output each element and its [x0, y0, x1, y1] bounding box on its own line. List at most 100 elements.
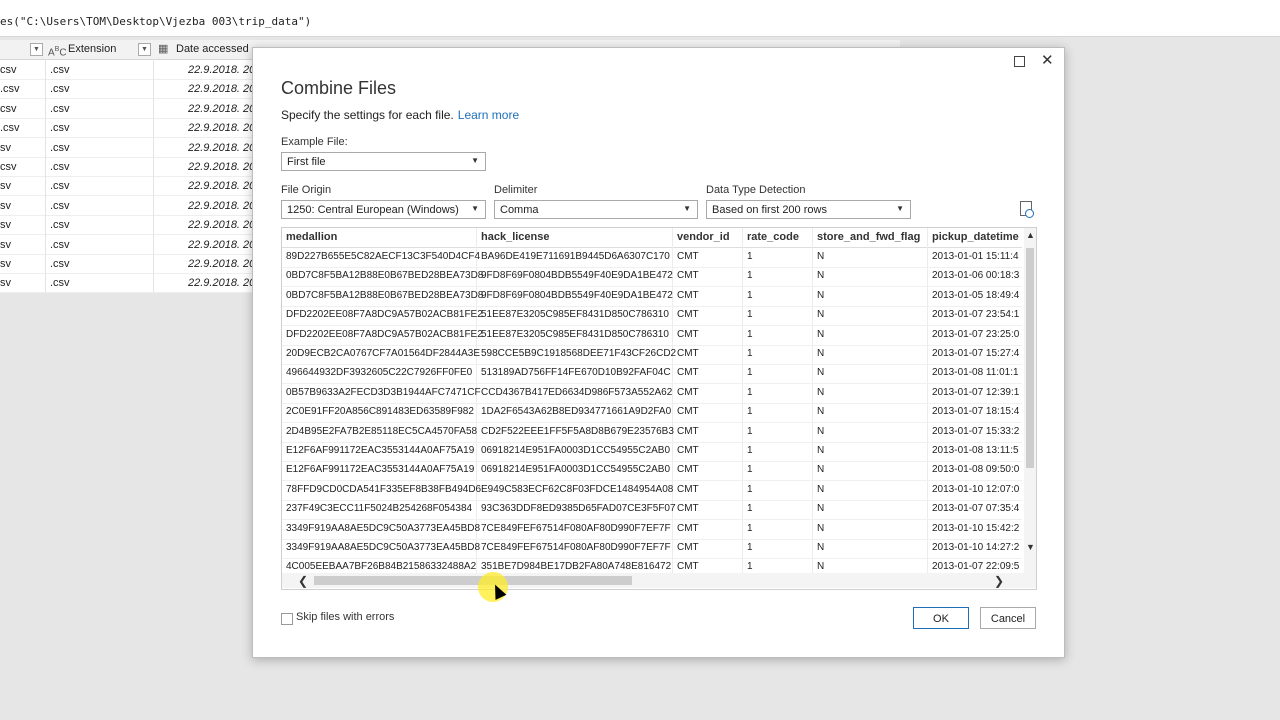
- table-type-icon: ▦: [158, 43, 169, 55]
- maximize-icon[interactable]: [1014, 56, 1025, 67]
- data-type-detection-select[interactable]: Based on first 200 rows ▼: [706, 200, 911, 219]
- chevron-down-icon: ▼: [471, 156, 479, 165]
- table-row[interactable]: 4C005EEBAA7BF26B84B21586332488A2 351BE7D9…: [282, 558, 1022, 573]
- horizontal-scroll-thumb[interactable]: [314, 576, 632, 585]
- cancel-button[interactable]: Cancel: [980, 607, 1036, 629]
- table-cell: 22.9.2018. 20: [188, 122, 256, 135]
- table-row[interactable]: sv .csv 22.9.2018. 20: [0, 254, 255, 274]
- column-header-date-accessed[interactable]: Date accessed: [176, 40, 249, 59]
- combine-files-dialog: Combine Files ✕ Specify the settings for…: [252, 47, 1065, 658]
- table-row[interactable]: .csv .csv 22.9.2018. 20: [0, 79, 255, 100]
- table-cell: 2013-01-08 13:11:5: [932, 445, 1019, 456]
- file-origin-label: File Origin: [281, 184, 332, 196]
- table-row[interactable]: 2D4B95E2FA7B2E85118EC5CA4570FA58 CD2F522E…: [282, 423, 1022, 443]
- table-row[interactable]: DFD2202EE08F7A8DC9A57B02ACB81FE2 51EE87E3…: [282, 326, 1022, 346]
- example-file-label: Example File:: [281, 136, 348, 148]
- table-cell: 2013-01-10 15:42:2: [932, 522, 1020, 534]
- column-header-pickup-datetime: pickup_datetime: [932, 231, 1019, 243]
- table-cell: .csv: [50, 258, 70, 270]
- table-cell: 513189AD756FF14FE670D10B92FAF04C: [481, 367, 671, 379]
- ok-button[interactable]: OK: [913, 607, 969, 629]
- table-cell: .csv: [50, 219, 70, 232]
- table-cell: CMT: [677, 289, 699, 301]
- column-header-rate-code: rate_code: [747, 231, 799, 243]
- table-row[interactable]: sv .csv 22.9.2018. 20: [0, 196, 255, 216]
- table-cell: 0BD7C8F5BA12B88E0B67BED28BEA73D8: [286, 270, 484, 282]
- horizontal-scrollbar[interactable]: ❮ ❯: [282, 573, 1036, 588]
- table-cell: N: [817, 367, 825, 379]
- table-cell: N: [817, 464, 825, 476]
- filter-dropdown-icon[interactable]: ▼: [30, 43, 43, 56]
- table-row[interactable]: csv .csv 22.9.2018. 20: [0, 99, 255, 119]
- table-cell: csv: [0, 64, 17, 76]
- subtitle-text: Specify the settings for each file.: [281, 108, 454, 122]
- table-cell: N: [817, 251, 825, 262]
- learn-more-link[interactable]: Learn more: [458, 108, 519, 122]
- formula-bar[interactable]: es("C:\Users\TOM\Desktop\Vjezba 003\trip…: [0, 0, 1280, 37]
- table-cell: .csv: [50, 180, 70, 193]
- skip-files-checkbox[interactable]: [281, 613, 293, 625]
- column-header-vendor-id: vendor_id: [677, 231, 730, 243]
- column-header-extension[interactable]: Extension: [68, 40, 116, 59]
- table-row[interactable]: DFD2202EE08F7A8DC9A57B02ACB81FE2 51EE87E3…: [282, 306, 1022, 327]
- table-row[interactable]: .csv .csv 22.9.2018. 20: [0, 118, 256, 139]
- close-icon[interactable]: ✕: [1041, 51, 1054, 69]
- scroll-left-icon[interactable]: ❮: [298, 574, 308, 588]
- vertical-scrollbar[interactable]: ▲ ▼: [1024, 228, 1036, 573]
- table-cell: N: [817, 309, 825, 321]
- table-row[interactable]: 0B57B9633A2FECD3D3B1944AFC7471CF CCD4367B…: [282, 384, 1022, 404]
- table-row[interactable]: 20D9ECB2CA0767CF7A01564DF2844A3E 598CCE5B…: [282, 345, 1022, 365]
- example-file-select[interactable]: First file ▼: [281, 152, 486, 171]
- table-cell: sv: [0, 238, 11, 251]
- table-cell: N: [817, 348, 825, 359]
- table-row[interactable]: sv .csv 22.9.2018. 20: [0, 273, 256, 294]
- table-row[interactable]: sv .csv 22.9.2018. 20: [0, 215, 255, 236]
- formula-text[interactable]: es("C:\Users\TOM\Desktop\Vjezba 003\trip…: [0, 15, 311, 28]
- delimiter-select[interactable]: Comma ▼: [494, 200, 698, 219]
- table-cell: 06918214E951FA0003D1CC54955C2AB0: [481, 445, 671, 456]
- scroll-up-icon[interactable]: ▲: [1026, 230, 1035, 240]
- table-row[interactable]: sv .csv 22.9.2018. 20: [0, 138, 255, 158]
- table-row[interactable]: 3349F919AA8AE5DC9C50A3773EA45BD8 7CE849FE…: [282, 520, 1022, 540]
- table-cell: 2013-01-08 11:01:1: [932, 367, 1019, 379]
- table-cell: 2013-01-07 07:35:4: [932, 503, 1020, 515]
- table-row[interactable]: csv .csv 22.9.2018. 20: [0, 60, 255, 80]
- vertical-scroll-thumb[interactable]: [1026, 248, 1034, 468]
- table-row[interactable]: sv .csv 22.9.2018. 20: [0, 235, 255, 255]
- table-row[interactable]: 78FFD9CD0CDA541F335EF8B38FB494D6 E949C583…: [282, 481, 1022, 501]
- skip-files-label[interactable]: Skip files with errors: [296, 611, 394, 623]
- table-row[interactable]: 0BD7C8F5BA12B88E0B67BED28BEA73D8 9FD8F69F…: [282, 267, 1022, 288]
- table-row[interactable]: 3349F919AA8AE5DC9C50A3773EA45BD8 7CE849FE…: [282, 539, 1022, 559]
- table-row[interactable]: 237F49C3ECC11F5024B254268F054384 93C363DD…: [282, 500, 1022, 521]
- table-row[interactable]: 89D227B655E5C82AECF13C3F540D4CF4 BA96DE41…: [282, 248, 1022, 268]
- scroll-down-icon[interactable]: ▼: [1026, 542, 1035, 552]
- table-cell: 1: [747, 348, 753, 359]
- table-cell: BA96DE419E711691B9445D6A6307C170: [481, 251, 670, 262]
- file-origin-select[interactable]: 1250: Central European (Windows) ▼: [281, 200, 486, 219]
- table-cell: 51EE87E3205C985EF8431D850C786310: [481, 328, 669, 340]
- preview-table[interactable]: medallion hack_license vendor_id rate_co…: [281, 227, 1037, 590]
- table-cell: CMT: [677, 445, 699, 456]
- table-row[interactable]: E12F6AF991172EAC3553144A0AF75A19 06918214…: [282, 461, 1022, 482]
- table-cell: 22.9.2018. 20: [188, 258, 256, 270]
- table-cell: 22.9.2018. 20: [188, 64, 256, 76]
- text-type-icon: ABC: [48, 46, 67, 59]
- table-cell: DFD2202EE08F7A8DC9A57B02ACB81FE2: [286, 309, 483, 321]
- table-row[interactable]: 0BD7C8F5BA12B88E0B67BED28BEA73D8 9FD8F69F…: [282, 287, 1022, 307]
- table-cell: 351BE7D984BE17DB2FA80A748E816472: [481, 561, 672, 573]
- table-cell: 2D4B95E2FA7B2E85118EC5CA4570FA58: [286, 425, 478, 437]
- table-row[interactable]: E12F6AF991172EAC3553144A0AF75A19 06918214…: [282, 442, 1022, 462]
- table-row[interactable]: csv .csv 22.9.2018. 20: [0, 157, 255, 177]
- table-row[interactable]: 496644932DF3932605C22C7926FF0FE0 513189AD…: [282, 364, 1022, 385]
- scroll-right-icon[interactable]: ❯: [994, 574, 1004, 588]
- table-cell: N: [817, 328, 825, 340]
- table-cell: CD2F522EEE1FF5F5A8D8B679E23576B3: [481, 425, 674, 437]
- refresh-preview-icon[interactable]: [1020, 201, 1034, 218]
- table-row[interactable]: sv .csv 22.9.2018. 20: [0, 176, 255, 197]
- filter-dropdown-icon[interactable]: ▼: [138, 43, 151, 56]
- table-cell: 22.9.2018. 20: [188, 161, 256, 173]
- table-cell: 2013-01-07 23:25:0: [932, 328, 1020, 340]
- table-row[interactable]: 2C0E91FF20A856C891483ED63589F982 1DA2F654…: [282, 403, 1022, 424]
- table-cell: 22.9.2018. 20: [188, 277, 256, 290]
- column-divider: [153, 59, 154, 292]
